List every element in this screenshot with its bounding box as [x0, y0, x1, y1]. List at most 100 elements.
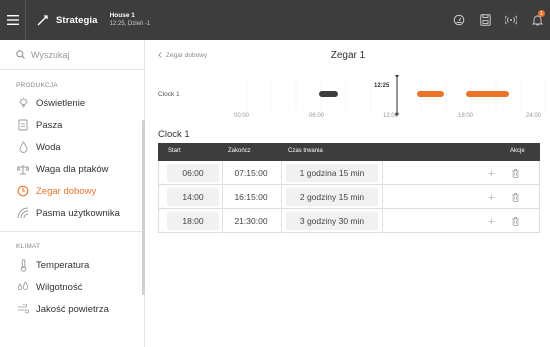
- sidebar-item-label: Jakość powietrza: [36, 303, 109, 315]
- sidebar-item-daily-clock[interactable]: Zegar dobowy: [0, 180, 144, 202]
- plus-icon: [488, 218, 494, 224]
- section-label-climate: KLIMAT: [16, 243, 41, 250]
- sidebar-item-bird-weight[interactable]: Waga dla ptaków: [0, 158, 144, 180]
- signal-icon: [505, 15, 517, 25]
- divider: [281, 209, 282, 233]
- add-button[interactable]: [485, 215, 497, 227]
- back-label: Zegar dobowy: [166, 51, 208, 59]
- sidebar-item-feed[interactable]: Pasza: [0, 114, 144, 136]
- clock-icon: [17, 185, 29, 197]
- end-time-value: 07:15:00: [234, 168, 268, 178]
- sidebar-item-user-bands[interactable]: Pasma użytkownika: [0, 202, 144, 224]
- sidebar-item-label: Wilgotność: [36, 281, 83, 293]
- header-end: Zakończ: [228, 148, 251, 154]
- save-button[interactable]: [472, 0, 498, 40]
- divider: [281, 161, 282, 185]
- start-time-field[interactable]: 18:00: [167, 212, 219, 230]
- search-box[interactable]: Wyszukaj: [0, 40, 144, 70]
- now-marker-head: [395, 75, 399, 78]
- table-row: 14:00 16:15:00 2 godziny 15 min: [158, 185, 540, 209]
- connection-button[interactable]: [498, 0, 524, 40]
- search-input[interactable]: Wyszukaj: [31, 50, 69, 60]
- gauge-icon: [453, 14, 465, 26]
- user-band-icon: [17, 207, 29, 219]
- divider: [382, 209, 383, 233]
- duration-field[interactable]: 1 godzina 15 min: [286, 164, 378, 182]
- clock-title: Clock 1: [158, 129, 190, 140]
- sidebar-item-label: Woda: [36, 141, 61, 153]
- sidebar-item-label: Pasza: [36, 119, 63, 131]
- hamburger-icon: [6, 15, 19, 25]
- start-time-field[interactable]: 14:00: [167, 188, 219, 206]
- divider: [382, 161, 383, 185]
- sidebar-item-temperature[interactable]: Temperatura: [0, 254, 144, 276]
- sidebar-item-label: Waga dla ptaków: [36, 163, 109, 175]
- add-button[interactable]: [485, 167, 497, 179]
- sidebar-item-label: Temperatura: [36, 259, 90, 271]
- plus-icon: [488, 170, 494, 176]
- tick-label: 12:00: [383, 113, 399, 119]
- header-duration: Czas trwania: [288, 148, 323, 154]
- divider: [382, 185, 383, 209]
- table-header: Start Zakończ Czas trwania Akcje: [158, 143, 540, 161]
- brand[interactable]: Strategia: [36, 13, 98, 27]
- trash-icon: [511, 216, 519, 226]
- duration-field[interactable]: 3 godziny 30 min: [286, 212, 378, 230]
- plus-icon: [488, 194, 494, 200]
- sidebar-item-label: Pasma użytkownika: [36, 207, 120, 219]
- scale-icon: [17, 164, 29, 174]
- schedule-table: Start Zakończ Czas trwania Akcje 06:00 0…: [158, 143, 540, 233]
- tick-label: 18:00: [458, 113, 474, 119]
- delete-button[interactable]: [509, 191, 521, 203]
- delete-button[interactable]: [509, 215, 521, 227]
- duration-field[interactable]: 2 godziny 15 min: [286, 188, 378, 206]
- humidity-icon: [17, 281, 29, 291]
- header-start: Start: [168, 148, 181, 154]
- main-content: Zegar dobowy Zegar 1 Clock 1 12:25 00:00…: [146, 40, 550, 347]
- sidebar-item-water[interactable]: Woda: [0, 136, 144, 158]
- house-name: House 1: [109, 12, 135, 19]
- end-time-value: 16:15:00: [234, 192, 268, 202]
- water-drop-icon: [19, 141, 27, 153]
- chevron-left-icon: [158, 52, 162, 58]
- dashboard-button[interactable]: [446, 0, 472, 40]
- air-quality-icon: [18, 304, 29, 314]
- menu-button[interactable]: [0, 0, 26, 40]
- sidebar-item-label: Oświetlenie: [36, 97, 86, 109]
- strategy-icon: [37, 15, 48, 26]
- table-row: 18:00 21:30:00 3 godziny 30 min: [158, 209, 540, 233]
- top-bar: Strategia House 1 12:25, Dzień -1 1: [0, 0, 550, 40]
- brand-name: Strategia: [56, 14, 98, 26]
- sidebar-item-air-quality[interactable]: Jakość powietrza: [0, 298, 144, 320]
- timeline-chart: 12:25 00:00 06:00 12:00 18:00 24:00: [234, 75, 546, 119]
- page-header: Zegar dobowy Zegar 1: [146, 40, 550, 70]
- house-time: 12:25, Dzień -1: [109, 21, 151, 27]
- segment-upcoming[interactable]: [417, 91, 444, 97]
- alarms-button[interactable]: 1: [524, 0, 550, 40]
- table-row: 06:00 07:15:00 1 godzina 15 min: [158, 161, 540, 185]
- trash-icon: [511, 168, 519, 178]
- house-info[interactable]: House 1 12:25, Dzień -1: [110, 11, 151, 29]
- back-link[interactable]: Zegar dobowy: [158, 52, 207, 59]
- save-icon: [479, 14, 491, 26]
- add-button[interactable]: [485, 191, 497, 203]
- feed-icon: [18, 119, 28, 131]
- segment-passed[interactable]: [319, 91, 338, 97]
- start-time-field[interactable]: 06:00: [167, 164, 219, 182]
- end-time-value: 21:30:00: [234, 216, 268, 226]
- timeline: Clock 1 12:25 00:00 06:00 12:00 18:00 24…: [146, 74, 550, 128]
- top-actions: 1: [446, 0, 550, 40]
- delete-button[interactable]: [509, 167, 521, 179]
- search-icon: [16, 50, 25, 59]
- sidebar-item-humidity[interactable]: Wilgotność: [0, 276, 144, 298]
- sidebar: Wyszukaj PRODUKCJA Oświetlenie Pasza Wod…: [0, 40, 145, 347]
- sidebar-item-lighting[interactable]: Oświetlenie: [0, 92, 144, 114]
- segment-upcoming[interactable]: [466, 91, 509, 97]
- alarm-count-badge: 1: [538, 10, 545, 17]
- tick-label: 24:00: [526, 113, 542, 119]
- sidebar-scrollbar[interactable]: [142, 120, 145, 295]
- thermometer-icon: [20, 258, 26, 272]
- section-label-production: PRODUKCJA: [16, 82, 58, 89]
- bulb-icon: [18, 97, 28, 108]
- sidebar-item-label: Zegar dobowy: [36, 185, 97, 197]
